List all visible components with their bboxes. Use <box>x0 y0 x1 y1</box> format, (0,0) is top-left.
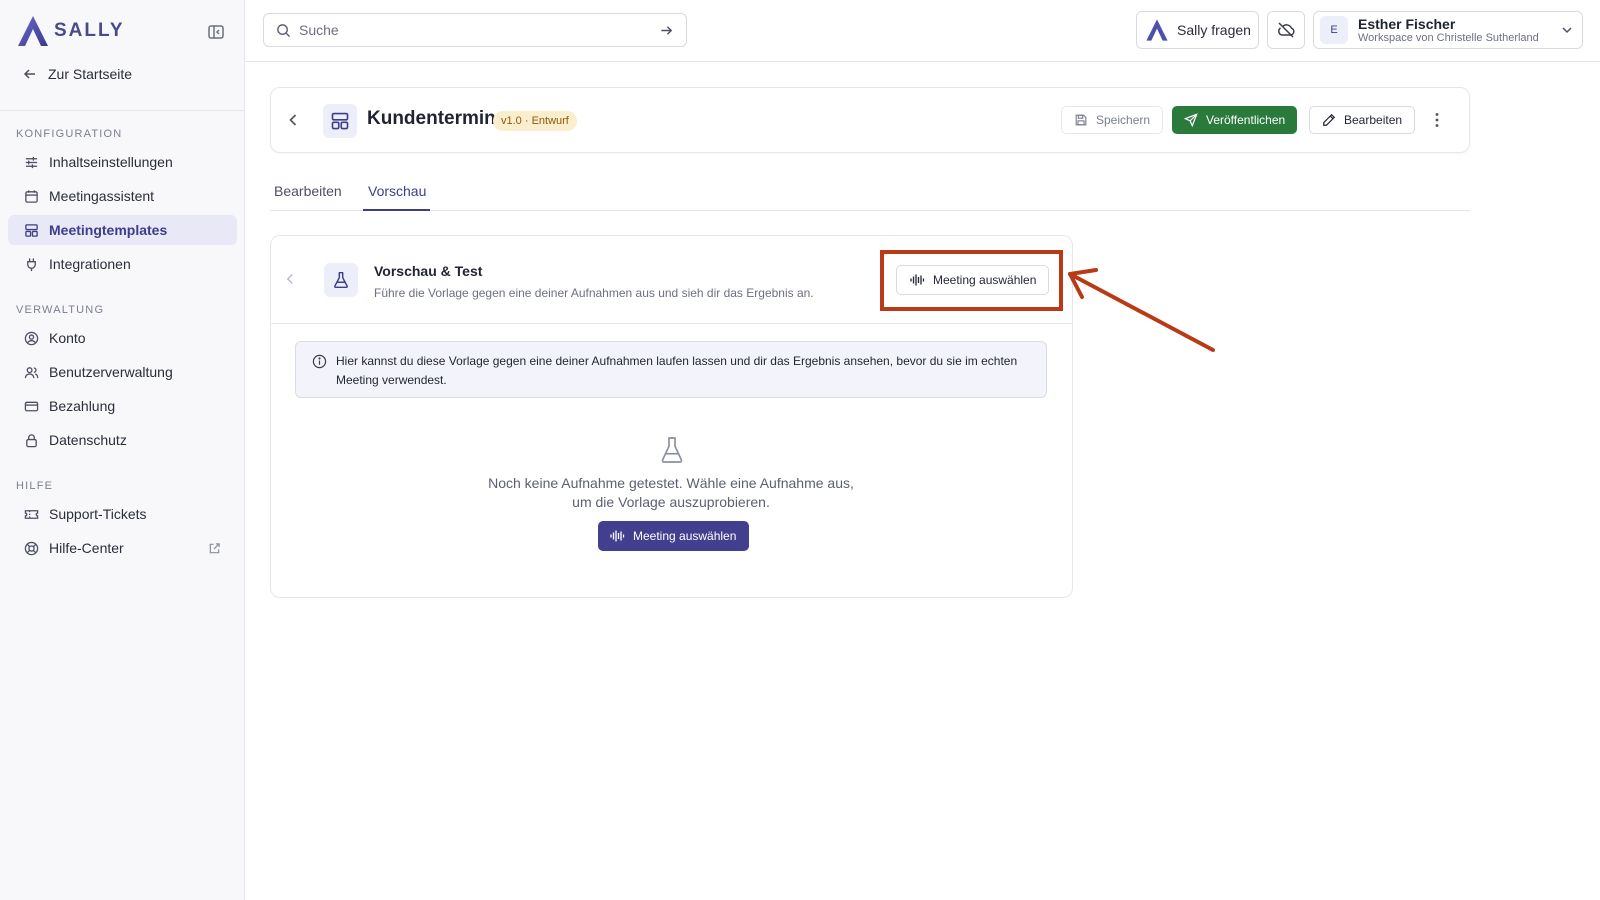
empty-state-line-2: um die Vorlage auszuprobieren. <box>572 494 770 510</box>
pencil-icon <box>1323 113 1336 126</box>
sidebar-item-inhaltseinstellungen[interactable]: Inhaltseinstellungen <box>8 147 237 177</box>
chevron-left-icon[interactable] <box>281 270 299 288</box>
annotation-highlight-box <box>880 250 1063 311</box>
sidebar-item-label: Support-Tickets <box>49 506 147 522</box>
preview-description: Führe die Vorlage gegen eine deiner Aufn… <box>374 286 814 300</box>
save-icon <box>1075 114 1087 126</box>
chevron-down-icon <box>1562 27 1572 34</box>
back-to-home-label: Zur Startseite <box>48 66 133 82</box>
plug-icon <box>27 257 36 271</box>
layout-template-icon <box>331 112 349 130</box>
back-to-home-link[interactable]: Zur Startseite <box>22 66 132 82</box>
sidebar-item-label: Datenschutz <box>49 432 127 448</box>
empty-select-meeting-label: Meeting auswählen <box>633 529 737 543</box>
empty-state-line-1: Noch keine Aufnahme getestet. Wähle eine… <box>488 475 854 491</box>
template-header: Kundentermin v1.0 · Entwurf Speichern Ve… <box>270 87 1470 153</box>
sidebar-item-label: Konto <box>49 330 86 346</box>
section-title-verwaltung: VERWALTUNG <box>16 304 105 316</box>
sidebar-item-label: Benutzerverwaltung <box>49 364 173 380</box>
save-button[interactable]: Speichern <box>1061 106 1164 134</box>
info-callout: Hier kannst du diese Vorlage gegen eine … <box>295 341 1047 398</box>
status-badge: v1.0 · Entwurf <box>493 111 577 131</box>
privacy-toggle-button[interactable] <box>1267 11 1305 49</box>
user-name: Esther Fischer <box>1358 15 1456 32</box>
app-window: SALLY Zur Startseite KONFIGURATION Inhal… <box>0 0 1600 900</box>
section-title-konfiguration: KONFIGURATION <box>16 128 123 140</box>
annotation-arrow-icon <box>1068 268 1215 352</box>
preview-title: Vorschau & Test <box>374 263 483 279</box>
flask-icon <box>661 437 683 463</box>
send-icon <box>1184 113 1198 127</box>
cloud-off-icon <box>1278 22 1295 38</box>
sidebar-item-konto[interactable]: Konto <box>8 323 237 353</box>
lifebuoy-icon <box>24 541 39 555</box>
workspace-name: Workspace von Christelle Sutherland <box>1358 31 1539 44</box>
audio-waveform-icon <box>610 530 625 542</box>
sally-logo-icon <box>18 16 48 46</box>
active-tab-indicator <box>363 209 430 211</box>
ask-sally-button[interactable]: Sally fragen <box>1136 11 1259 49</box>
info-text: Hier kannst du diese Vorlage gegen eine … <box>336 354 1018 387</box>
sliders-icon <box>25 156 38 168</box>
sidebar-item-meetingassistent[interactable]: Meetingassistent <box>8 181 237 211</box>
sidebar-divider <box>0 110 245 111</box>
empty-select-meeting-button[interactable]: Meeting auswählen <box>598 521 749 551</box>
preview-icon <box>324 263 358 297</box>
lock-icon <box>26 433 37 447</box>
more-vertical-icon[interactable] <box>1427 110 1447 130</box>
ask-sally-label: Sally fragen <box>1177 22 1251 38</box>
page-title: Kundentermin <box>367 108 496 129</box>
search-bar[interactable] <box>263 13 687 47</box>
calendar-icon <box>25 189 38 203</box>
sidebar-item-meetingtemplates[interactable]: Meetingtemplates <box>8 215 237 245</box>
ticket-icon <box>24 509 39 519</box>
sidebar-item-label: Meetingtemplates <box>49 222 168 238</box>
edit-label: Bearbeiten <box>1344 113 1403 127</box>
user-menu[interactable]: E Esther Fischer Workspace von Christell… <box>1313 11 1583 49</box>
sidebar-item-label: Meetingassistent <box>49 188 155 204</box>
user-circle-icon <box>24 331 39 345</box>
users-icon <box>24 366 39 378</box>
sidebar-item-datenschutz[interactable]: Datenschutz <box>8 425 237 455</box>
section-title-hilfe: HILFE <box>16 480 54 492</box>
avatar: E <box>1320 16 1348 44</box>
template-icon <box>323 104 357 138</box>
search-icon <box>277 23 291 37</box>
sidebar-item-benutzerverwaltung[interactable]: Benutzerverwaltung <box>8 357 237 387</box>
sidebar-item-label: Inhaltseinstellungen <box>49 154 173 170</box>
sidebar-item-bezahlung[interactable]: Bezahlung <box>8 391 237 421</box>
collapse-sidebar-icon[interactable] <box>206 22 226 42</box>
sidebar-item-label: Bezahlung <box>49 398 116 414</box>
sidebar-item-support-tickets[interactable]: Support-Tickets <box>8 499 237 529</box>
tab-vorschau[interactable]: Vorschau <box>368 183 426 199</box>
credit-card-icon <box>24 401 39 411</box>
sidebar-item-label: Hilfe-Center <box>49 540 124 556</box>
brand-name: SALLY <box>54 20 125 41</box>
tab-bearbeiten[interactable]: Bearbeiten <box>274 183 342 199</box>
info-icon <box>312 354 327 369</box>
arrow-left-icon <box>23 69 35 79</box>
layout-template-icon <box>25 223 38 237</box>
sidebar: SALLY Zur Startseite KONFIGURATION Inhal… <box>0 0 245 900</box>
user-info: Esther Fischer Workspace von Christelle … <box>1358 16 1539 45</box>
brand-logo[interactable]: SALLY <box>16 14 226 48</box>
top-bar: Sally fragen E Esther Fischer Workspace … <box>245 0 1600 62</box>
flask-icon <box>334 271 348 289</box>
empty-state-text: Noch keine Aufnahme getestet. Wähle eine… <box>471 474 871 512</box>
edit-button[interactable]: Bearbeiten <box>1309 106 1416 134</box>
save-label: Speichern <box>1096 113 1151 127</box>
publish-button[interactable]: Veröffentlichen <box>1172 106 1298 134</box>
chevron-left-icon[interactable] <box>283 110 303 130</box>
external-link-icon <box>209 542 220 553</box>
publish-label: Veröffentlichen <box>1206 113 1286 127</box>
sidebar-item-hilfe-center[interactable]: Hilfe-Center <box>8 533 237 563</box>
tab-bar: Bearbeiten Vorschau <box>270 177 1470 211</box>
sidebar-item-integrationen[interactable]: Integrationen <box>8 249 237 279</box>
search-input[interactable] <box>299 22 659 38</box>
sally-logo-icon <box>1146 19 1168 41</box>
sidebar-item-label: Integrationen <box>49 256 131 272</box>
arrow-right-icon[interactable] <box>659 23 674 38</box>
